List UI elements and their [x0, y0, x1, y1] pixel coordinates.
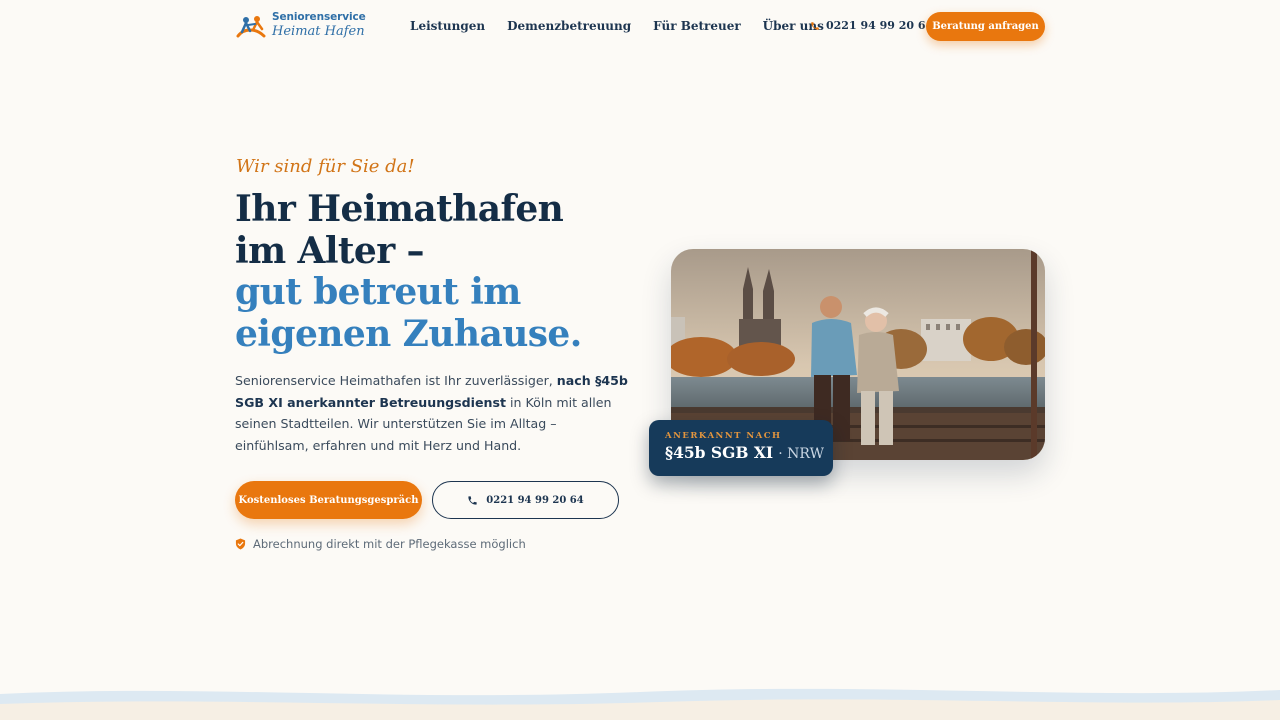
badge-region: · NRW: [778, 446, 824, 462]
certification-badge: ANERKANNT NACH §45b SGB XI · NRW: [649, 420, 833, 476]
shield-check-icon: [235, 538, 246, 550]
headline-line-4: eigenen Zuhause.: [235, 312, 582, 355]
logo[interactable]: Seniorenservice Heimat Hafen: [236, 12, 366, 38]
hero-headline: Ihr Heimathafen im Alter – gut betreut i…: [235, 188, 655, 355]
site-header: Seniorenservice Heimat Hafen Leistungen …: [0, 0, 1280, 52]
main-nav: Leistungen Demenzbetreuung Für Betreuer …: [410, 19, 846, 33]
consultation-request-button[interactable]: Beratung anfragen: [926, 12, 1045, 41]
headline-line-2: im Alter –: [235, 229, 425, 272]
call-phone-label: 0221 94 99 20 64: [486, 494, 584, 506]
nav-item-fuer-betreuer[interactable]: Für Betreuer: [653, 19, 741, 33]
hero-tagline: Wir sind für Sie da!: [236, 156, 415, 177]
people-heart-logo-icon: [236, 16, 266, 38]
header-phone-link[interactable]: 0221 94 99 20 64: [810, 19, 933, 32]
headline-line-1: Ihr Heimathafen: [235, 188, 564, 230]
bottom-wave-divider: [0, 688, 1280, 720]
phone-icon: [811, 21, 819, 30]
free-consultation-button[interactable]: Kostenloses Beratungsgespräch: [235, 481, 422, 519]
nav-item-demenzbetreuung[interactable]: Demenzbetreuung: [507, 19, 631, 33]
billing-note-text: Abrechnung direkt mit der Pflegekasse mö…: [253, 537, 526, 551]
phone-icon: [468, 495, 477, 505]
call-phone-button[interactable]: 0221 94 99 20 64: [432, 481, 619, 519]
nav-item-leistungen[interactable]: Leistungen: [410, 19, 485, 33]
logo-title: Seniorenservice: [272, 11, 366, 23]
badge-law-reference: §45b SGB XI: [665, 443, 774, 462]
hero-description: Seniorenservice Heimathafen ist Ihr zuve…: [235, 370, 630, 456]
lead-text-1: Seniorenservice Heimathafen ist Ihr zuve…: [235, 373, 557, 388]
logo-subtitle: Heimat Hafen: [272, 23, 365, 39]
badge-caption: ANERKANNT NACH: [665, 431, 782, 441]
billing-note: Abrechnung direkt mit der Pflegekasse mö…: [235, 537, 526, 551]
header-phone-number: 0221 94 99 20 64: [826, 19, 934, 32]
headline-line-3: gut betreut im: [235, 271, 521, 313]
